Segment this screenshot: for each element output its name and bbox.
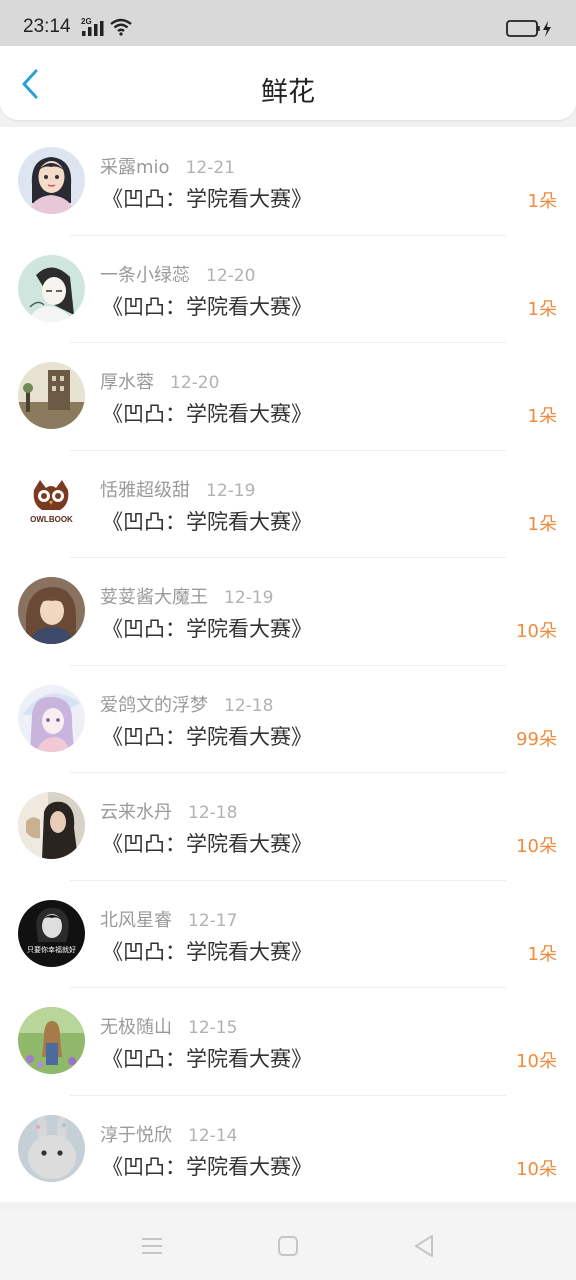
list-item[interactable]: 无极随山 12-15 《凹凸：学院看大赛》 10朵 [0,987,576,1095]
status-bar: 23:14 2G [0,0,576,46]
list-item[interactable]: 云来水丹 12-18 《凹凸：学院看大赛》 10朵 [0,772,576,880]
list-item[interactable]: 淳于悦欣 12-14 《凹凸：学院看大赛》 10朵 [0,1094,576,1202]
username: 无极随山 12-15 [100,1017,238,1038]
flower-list: 采露mio 12-21 《凹凸：学院看大赛》 1朵 一条小绿蕊 12-20 《凹凸：… [0,127,576,1202]
divider [70,234,506,236]
item-date: 12-18 [224,695,274,716]
avatar[interactable] [18,1007,85,1074]
item-date: 12-20 [170,373,220,393]
work-title: 《凹凸：学院看大赛》 [102,1047,312,1071]
work-title: 《凹凸：学院看大赛》 [102,617,312,641]
flower-count: 1朵 [527,406,557,427]
avatar[interactable]: OWLBOOK [18,469,85,537]
item-date: 12-19 [206,480,256,501]
flower-count: 1朵 [527,191,557,212]
avatar[interactable] [18,147,85,214]
page-title: 鲜花 [261,77,315,108]
flower-count: 10朵 [516,1158,557,1180]
username: 爱鸽文的浮梦 12-18 [100,694,274,716]
list-item[interactable]: OWLBOOK 恬雅超级甜 12-19 《凹凸：学院看大赛》 1朵 [0,449,576,557]
menu-icon[interactable] [138,1232,166,1260]
username: 云来水丹 12-18 [100,802,238,823]
list-item[interactable]: 荽荽酱大魔王 12-19 《凹凸：学院看大赛》 10朵 [0,557,576,665]
flower-count: 1朵 [527,943,557,965]
flower-count: 1朵 [527,513,557,535]
work-title: 《凹凸：学院看大赛》 [102,509,312,534]
work-title: 《凹凸：学院看大赛》 [102,187,312,211]
list-item[interactable]: 只要你幸福就好 北风星睿 12-17 《凹凸：学院看大赛》 1朵 [0,879,576,987]
item-date: 12-21 [185,158,235,178]
username: 厚水蓉 12-20 [100,372,220,393]
list-item[interactable]: 厚水蓉 12-20 《凹凸：学院看大赛》 1朵 [0,342,576,450]
item-date: 12-17 [188,910,238,931]
flower-count: 10朵 [516,1051,557,1072]
divider [70,342,506,343]
item-date: 12-19 [224,588,274,608]
item-date: 12-14 [188,1125,238,1146]
avatar[interactable] [18,577,85,644]
divider [70,449,506,451]
work-title: 《凹凸：学院看大赛》 [102,724,312,749]
flower-count: 99朵 [516,728,557,750]
home-icon[interactable] [274,1232,302,1260]
work-title: 《凹凸：学院看大赛》 [102,402,312,426]
system-nav-bar [0,1210,576,1280]
username: 一条小绿蕊 12-20 [100,264,256,286]
avatar[interactable] [18,792,85,859]
divider [70,557,506,558]
wifi-icon [110,18,132,36]
avatar-logo-text: OWLBOOK [30,515,73,524]
flower-count: 10朵 [516,836,557,857]
status-time: 23:14 [23,16,71,37]
item-date: 12-15 [188,1018,238,1038]
list-item[interactable]: 爱鸽文的浮梦 12-18 《凹凸：学院看大赛》 99朵 [0,664,576,772]
cell-signal-icon [82,21,104,36]
header: 鲜花 [0,46,576,120]
username: 荽荽酱大魔王 12-19 [100,587,274,608]
flower-count: 1朵 [527,298,557,320]
username: 采露mio 12-21 [100,157,235,178]
work-title: 《凹凸：学院看大赛》 [102,1154,312,1179]
avatar[interactable] [18,684,85,752]
list-item[interactable]: 一条小绿蕊 12-20 《凹凸：学院看大赛》 1朵 [0,234,576,342]
back-nav-icon[interactable] [410,1232,438,1260]
divider [70,987,506,988]
battery-charging-icon [506,20,551,37]
divider [70,664,506,666]
work-title: 《凹凸：学院看大赛》 [102,832,312,856]
work-title: 《凹凸：学院看大赛》 [102,294,312,319]
work-title: 《凹凸：学院看大赛》 [102,939,312,964]
divider [70,772,506,773]
username: 北风星睿 12-17 [100,909,238,931]
list-item[interactable]: 采露mio 12-21 《凹凸：学院看大赛》 1朵 [0,127,576,235]
username: 淳于悦欣 12-14 [100,1124,238,1146]
flower-count: 10朵 [516,621,557,642]
avatar-caption-text: 只要你幸福就好 [27,945,76,954]
username: 恬雅超级甜 12-19 [100,479,256,501]
divider [70,1094,506,1096]
divider [70,879,506,881]
avatar[interactable]: 只要你幸福就好 [18,899,85,967]
avatar[interactable] [18,254,85,322]
item-date: 12-20 [206,265,256,286]
item-date: 12-18 [188,803,238,823]
avatar[interactable] [18,362,85,429]
avatar[interactable] [18,1114,85,1182]
